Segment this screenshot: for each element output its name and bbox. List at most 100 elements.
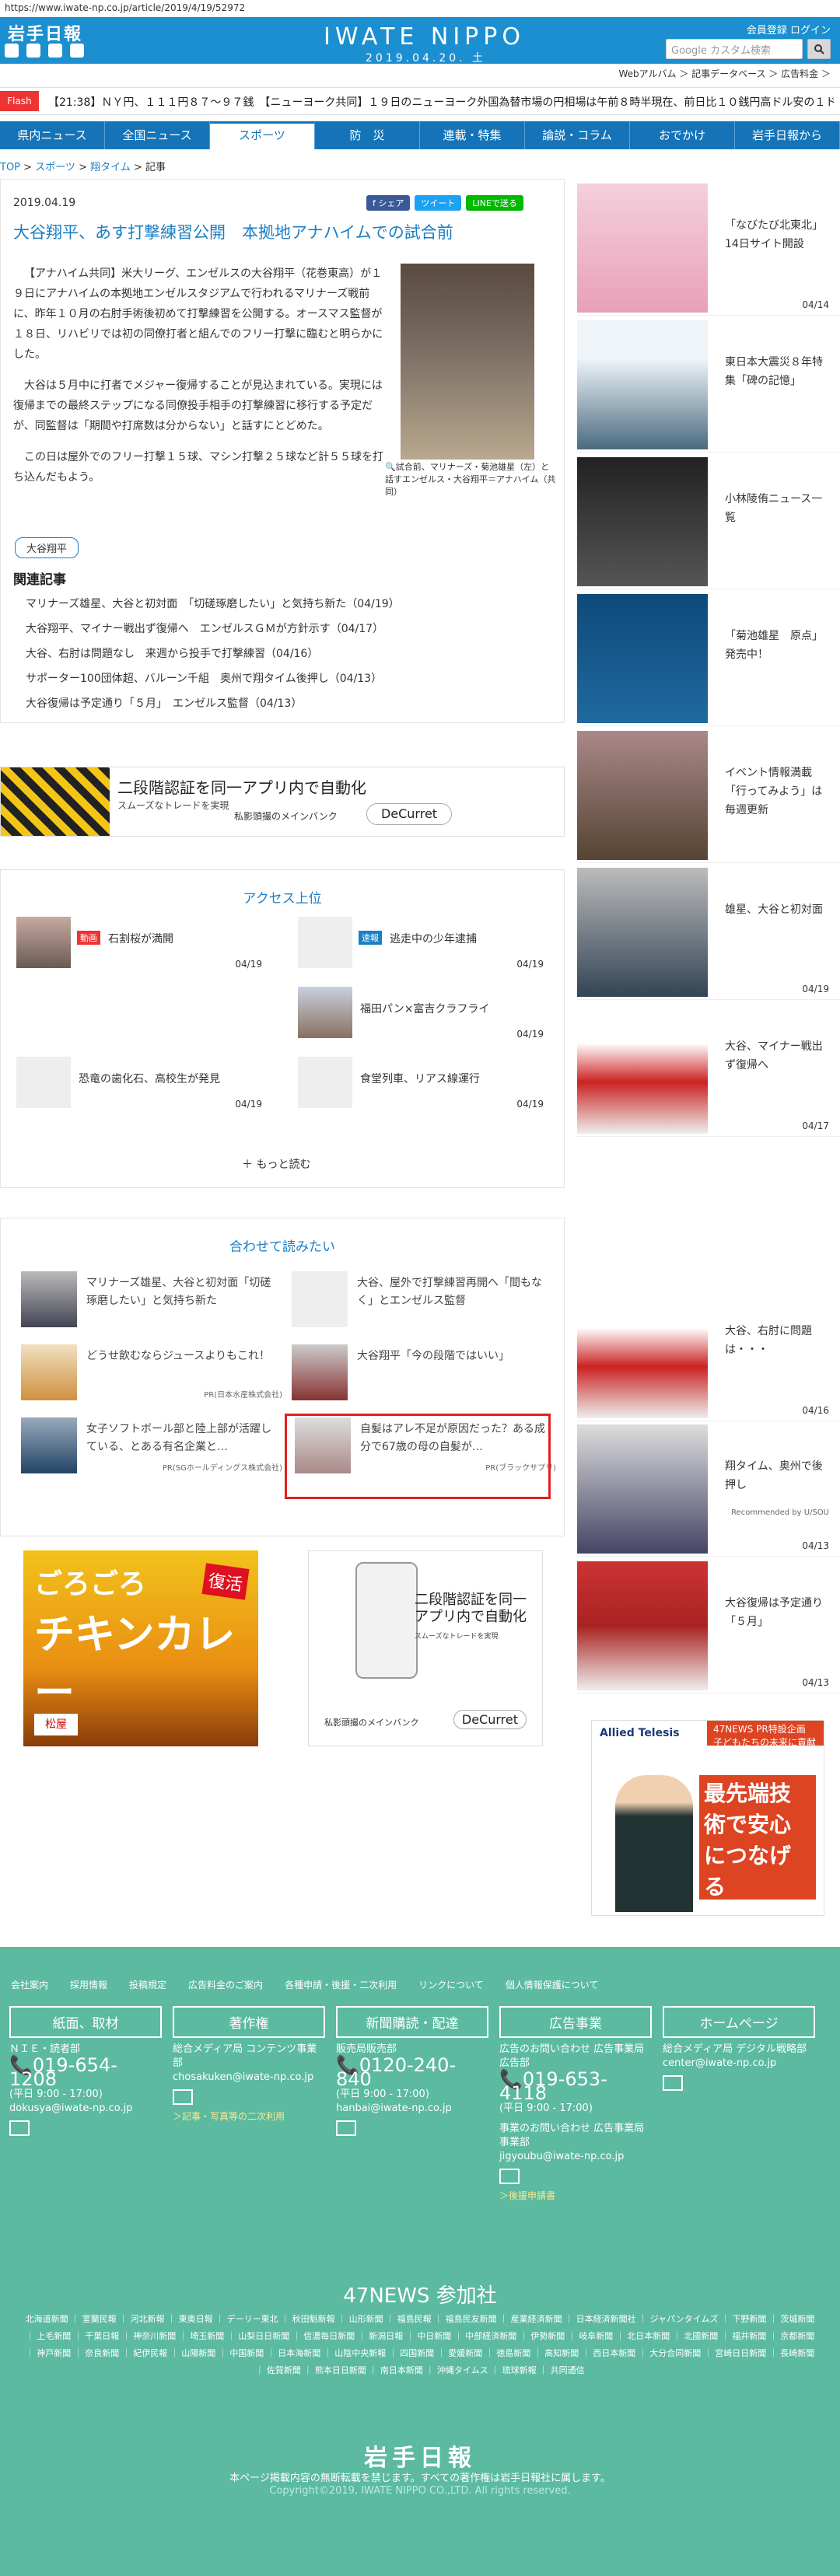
- ad-banner[interactable]: 二段階認証を同一アプリ内で自動化 スムーズなトレードを実現 私影頭撮のメインバン…: [0, 767, 565, 837]
- login-links[interactable]: 会員登録 ログイン: [747, 22, 831, 37]
- related-link[interactable]: 大谷翔平、マイナー戦出ず復帰へ エンゼルスＧＭが方針示す（04/17）: [26, 617, 400, 641]
- ad-phone[interactable]: 二段階認証を同一アプリ内で自動化 スムーズなトレードを実現 私影頭撮のメインバン…: [308, 1550, 543, 1746]
- ad-image: [1, 767, 110, 836]
- sidebar-item[interactable]: 翔タイム、奥州で後押し 04/13: [577, 1420, 840, 1557]
- article-tag[interactable]: 大谷翔平: [15, 537, 79, 558]
- site-logo[interactable]: 岩手日報: [8, 20, 82, 45]
- recommend-item[interactable]: 大谷、屋外で打撃練習再開へ「間もなく」とエンゼルス監督: [292, 1271, 556, 1341]
- ad-note: 私影頭撮のメインバンク: [234, 811, 338, 822]
- nav-from-nippo[interactable]: 岩手日報から: [735, 121, 840, 149]
- ranking-text: 石割桜が満開: [108, 933, 173, 945]
- footer-link[interactable]: リンクについて: [418, 1978, 484, 1991]
- instagram-icon[interactable]: [48, 44, 62, 58]
- nav-disaster[interactable]: 防 災: [315, 121, 420, 149]
- footer-link[interactable]: 各種申請・後援・二次利用: [285, 1978, 397, 1991]
- footer-email[interactable]: jigyoubu@iwate-np.co.jp: [499, 2150, 652, 2164]
- nav-outing[interactable]: おでかけ: [630, 121, 735, 149]
- breadcrumb-sports[interactable]: スポーツ: [35, 162, 75, 173]
- sidebar-date: 04/13: [802, 1677, 829, 1688]
- sidebar-item[interactable]: 大谷復帰は予定通り「５月」 04/13: [577, 1557, 840, 1693]
- related-link[interactable]: マリナーズ雄星、大谷と初対面 「切磋琢磨したい」と気持ち新た（04/19）: [26, 592, 400, 617]
- related-link[interactable]: 大谷、右肘は問題なし 来週から投手で打撃練習（04/16）: [26, 641, 400, 666]
- sidebar-item[interactable]: 「菊池雄星 原点」発売中！: [577, 589, 840, 726]
- sidebar-date: 04/14: [802, 299, 829, 310]
- related-link[interactable]: サポーター100団体超、バルーン千組 奥州で翔タイム後押し（04/13）: [26, 666, 400, 691]
- ranking-item[interactable]: 福田パン×富吉クラフライ 04/19: [285, 979, 550, 1049]
- footer-link[interactable]: 広告料金のご案内: [188, 1978, 263, 1991]
- footer-email[interactable]: center@iwate-np.co.jp: [663, 2057, 815, 2071]
- sidebar-item[interactable]: イベント情報満載「行ってみよう」は毎週更新: [577, 726, 840, 863]
- ranking-item[interactable]: 食堂列車、リアス線運行 04/19: [285, 1049, 550, 1119]
- address-bar[interactable]: https://www.iwate-np.co.jp/article/2019/…: [0, 0, 840, 17]
- mail-icon[interactable]: [336, 2120, 356, 2136]
- recommend-item[interactable]: マリナーズ雄星、大谷と初対面「切磋琢磨したい」と気持ち新た: [21, 1271, 285, 1341]
- footer-link[interactable]: 採用情報: [70, 1978, 107, 1991]
- tweet-button[interactable]: ツイート: [415, 195, 462, 211]
- flash-text[interactable]: 【21:38】ＮＹ円、１１１円８７～９７銭 【ニューヨーク共同】１９日のニューヨ…: [48, 94, 834, 110]
- footer-link[interactable]: 投稿規定: [129, 1978, 166, 1991]
- footer-email[interactable]: chosakuken@iwate-np.co.jp: [173, 2071, 325, 2085]
- article-photo[interactable]: [401, 264, 534, 460]
- n47-member-list[interactable]: 北海道新聞 ｜ 室蘭民報 ｜ 河北新報 ｜ 東奥日報 ｜ デーリー東北 ｜ 秋田…: [23, 2311, 817, 2379]
- nav-national-news[interactable]: 全国ニュース: [105, 121, 210, 149]
- article-paragraph: この日は屋外でのフリー打撃１５球、マシン打撃２５球など計５５球を打ち込んだもよう…: [13, 451, 383, 484]
- mail-icon[interactable]: [9, 2120, 30, 2136]
- ranking-date: 04/19: [235, 959, 262, 970]
- breadcrumb-top[interactable]: TOP: [0, 162, 20, 173]
- search-button[interactable]: [807, 39, 831, 59]
- line-share-button[interactable]: LINEで送る: [466, 195, 523, 211]
- flash-ticker[interactable]: Flash 【21:38】ＮＹ円、１１１円８７～９７銭 【ニューヨーク共同】１９…: [0, 87, 840, 115]
- mail-icon[interactable]: [663, 2075, 683, 2091]
- sidebar-ad[interactable]: Allied Telesis 47NEWS PR特設企画 子どもたちの未来に貢献…: [591, 1720, 824, 1916]
- sidebar-item[interactable]: 大谷、マイナー戦出ず復帰へ 04/17: [577, 1000, 840, 1137]
- footer-contact-heading: 新聞購読・配達: [336, 2006, 488, 2038]
- recommend-item[interactable]: どうせ飲むならジュースよりもこれ！ PR(日本水産株式会社): [21, 1344, 285, 1414]
- breadcrumb-shotime[interactable]: 翔タイム: [90, 162, 131, 173]
- rss-icon[interactable]: [70, 44, 84, 58]
- sidebar-item[interactable]: 東日本大震災８年特集「碑の記憶」: [577, 316, 840, 453]
- highlight-box: [285, 1414, 551, 1499]
- recommend-thumb: [21, 1344, 77, 1400]
- footer-email[interactable]: hanbai@iwate-np.co.jp: [336, 2102, 488, 2116]
- recommend-item[interactable]: 女子ソフトボール部と陸上部が活躍している、とある有名企業と… PR(SGホールデ…: [21, 1417, 285, 1487]
- footer-email[interactable]: dokusya@iwate-np.co.jp: [9, 2102, 162, 2116]
- footer-contact-dept: 総合メディア局 コンテンツ事業部: [173, 2043, 317, 2069]
- nav-features[interactable]: 連載・特集: [420, 121, 525, 149]
- footer-logo[interactable]: 岩手日報: [0, 2438, 840, 2473]
- nav-column[interactable]: 論説・コラム: [525, 121, 630, 149]
- header-sublinks[interactable]: Webアルバム ＞ 記事データベース ＞ 広告料金 ＞: [618, 67, 831, 80]
- footer-links: 会社案内 採用情報 投稿規定 広告料金のご案内 各種申請・後援・二次利用 リンク…: [11, 1978, 598, 1991]
- ad-curry[interactable]: ごろごろ チキンカレー 復活 松屋: [23, 1550, 258, 1746]
- sidebar-item[interactable]: 小林陵侑ニュース一覧: [577, 453, 840, 589]
- footer-link[interactable]: 個人情報保護について: [506, 1978, 599, 1991]
- pr-label: PR(日本水産株式会社): [204, 1391, 282, 1400]
- footer-link-secondary-use[interactable]: ＞記事・写真等の二次利用: [173, 2109, 325, 2123]
- mail-icon[interactable]: [173, 2089, 193, 2105]
- nav-local-news[interactable]: 県内ニュース: [0, 121, 105, 149]
- footer-hours: (平日 9:00 - 17:00): [336, 2088, 429, 2100]
- search-input[interactable]: Google カスタム検索: [666, 39, 803, 59]
- sidebar-item[interactable]: 大谷、右肘に問題は・・・ 04/16: [577, 1285, 840, 1421]
- mail-icon[interactable]: [499, 2169, 520, 2184]
- phone-number: 📞0120-240-840: [336, 2056, 488, 2088]
- twitter-icon[interactable]: [5, 44, 19, 58]
- ranking-item[interactable]: 恐竜の歯化石、高校生が発見 04/19: [4, 1049, 268, 1119]
- ad-subtitle: スムーズなトレードを実現: [117, 800, 229, 811]
- facebook-share-button[interactable]: f シェア: [366, 195, 411, 211]
- related-link[interactable]: 大谷復帰は予定通り「５月」 エンゼルス監督（04/13）: [26, 691, 400, 716]
- brand-title[interactable]: IWATE NIPPO: [324, 23, 525, 51]
- facebook-icon[interactable]: [26, 44, 40, 58]
- sidebar-date: 04/13: [802, 1540, 829, 1551]
- sidebar-item[interactable]: 雄星、大谷と初対面 04/19: [577, 863, 840, 1000]
- footer-copyright: Copyright©2019, IWATE NIPPO CO.,LTD. All…: [269, 2485, 571, 2497]
- ranking-item[interactable]: 動画 石割桜が満開 04/19: [4, 909, 268, 979]
- sidebar-item[interactable]: 「なびたび北東北」14日サイト開設 04/14: [577, 179, 840, 316]
- recommend-item[interactable]: 大谷翔平「今の段階ではいい」: [292, 1344, 556, 1414]
- nav-sports[interactable]: スポーツ: [210, 121, 315, 149]
- ranking-item[interactable]: 速報 逃走中の少年逮捕 04/19: [285, 909, 550, 979]
- more-button[interactable]: ＋ もっと読む: [242, 1156, 310, 1172]
- footer-link-sponsor[interactable]: ＞後援申請書: [499, 2189, 652, 2203]
- related-list: マリナーズ雄星、大谷と初対面 「切磋琢磨したい」と気持ち新た（04/19） 大谷…: [26, 592, 400, 716]
- footer-link[interactable]: 会社案内: [11, 1978, 48, 1991]
- sidebar-text: 小林陵侑ニュース一覧: [725, 493, 823, 524]
